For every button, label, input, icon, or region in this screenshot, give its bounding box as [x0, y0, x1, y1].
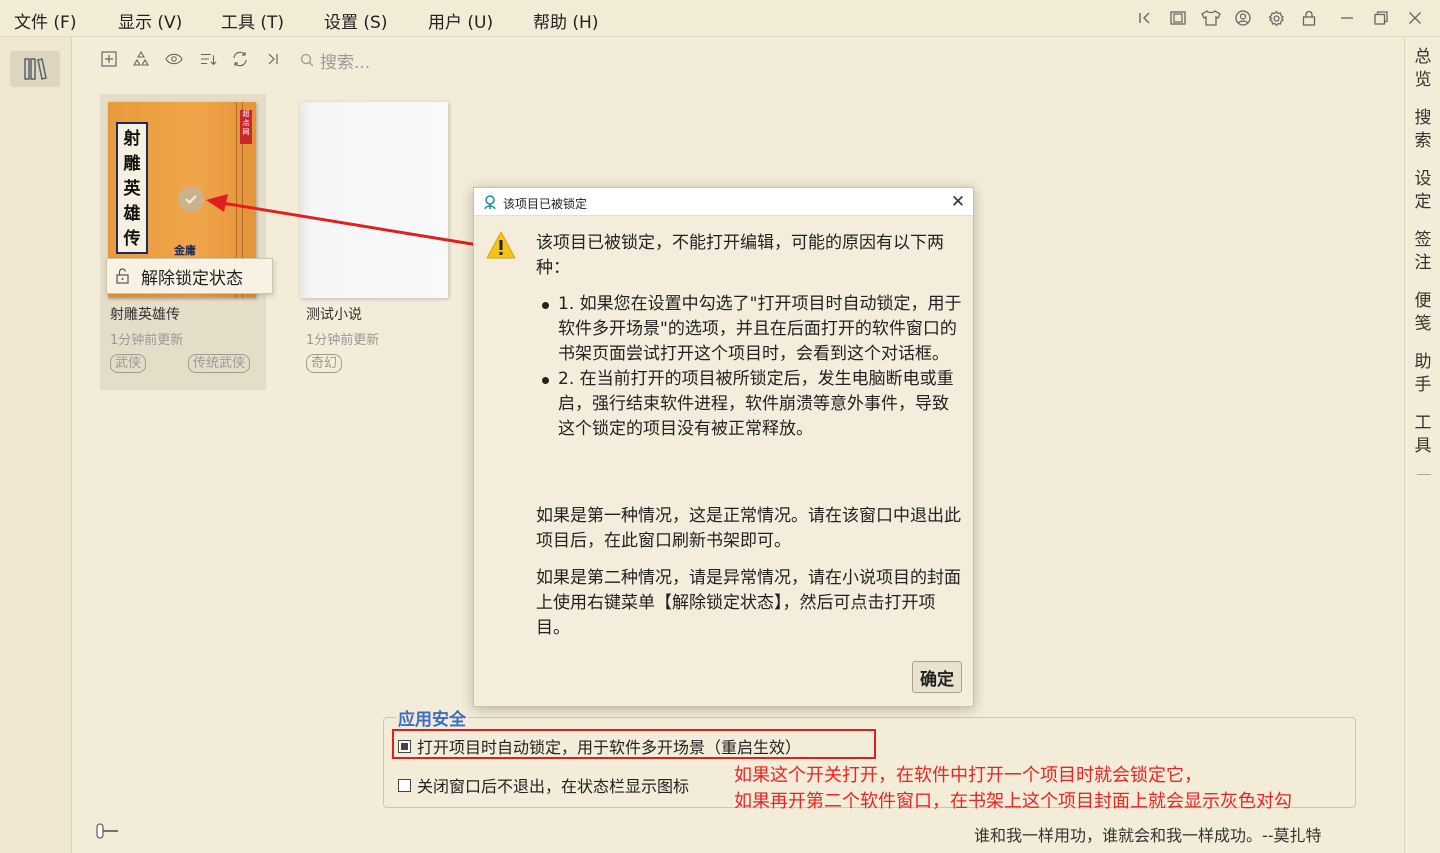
sidebar-divider [1417, 474, 1431, 475]
menu-view[interactable]: 显示 (V) [118, 8, 182, 33]
search-icon [300, 53, 314, 67]
collapse-left-icon[interactable] [1134, 7, 1156, 29]
dialog-para-1: 如果是第一种情况，这是正常情况。请在该窗口中退出此项目后，在此窗口刷新书架即可。 [536, 506, 961, 551]
reason-text: 2. 在当前打开的项目被所锁定后，发生电脑断电或重启，强行结束软件进程，软件崩溃… [558, 369, 954, 439]
cover-author: 金庸 [174, 244, 196, 257]
lock-icon[interactable] [1298, 7, 1320, 29]
nav-notes-label: 签 注 [1414, 230, 1432, 273]
nav-tools[interactable]: 工 具 [1405, 412, 1440, 458]
bookshelf-icon [24, 58, 47, 80]
locked-dialog: 该项目已被锁定 ✕ 该项目已被锁定，不能打开编辑，可能的原因有以下两种： 1. … [473, 187, 974, 707]
book-tag[interactable]: 奇幻 [306, 354, 343, 373]
add-icon[interactable] [100, 50, 118, 68]
highlight-box [392, 729, 876, 759]
book-card-2[interactable]: 测试小说 1分钟前更新 奇幻 [296, 94, 462, 390]
tray-checkbox[interactable] [398, 778, 411, 792]
nav-assistant-label: 助 手 [1414, 352, 1432, 395]
cover-char: 雕 [123, 154, 141, 174]
collapse-icon[interactable] [264, 50, 282, 68]
warning-icon [486, 230, 516, 259]
nav-settings-label: 设 定 [1414, 169, 1432, 212]
book-title: 测试小说 [306, 307, 362, 323]
ok-button[interactable]: 确定 [912, 661, 962, 693]
app-icon [484, 195, 496, 210]
menu-settings[interactable]: 设置 (S) [324, 8, 387, 33]
nav-settings[interactable]: 设 定 [1405, 168, 1440, 214]
sort-icon[interactable] [200, 50, 218, 68]
layout-icon[interactable] [1167, 7, 1189, 29]
left-sidebar [0, 37, 72, 853]
nav-search[interactable]: 搜 索 [1405, 107, 1440, 153]
eye-icon[interactable] [165, 50, 183, 68]
book-update-time: 1分钟前更新 [110, 333, 184, 348]
book-tag[interactable]: 武侠 [110, 354, 147, 373]
right-sidebar: 总 览 搜 索 设 定 签 注 便 笺 助 手 工 具 [1404, 37, 1440, 853]
tray-label: 关闭窗口后不退出，在状态栏显示图标 [417, 777, 690, 796]
menu-user[interactable]: 用户 (U) [428, 8, 493, 33]
reason-list: 1. 如果您在设置中勾选了"打开项目时自动锁定，用于软件多开场景"的选项，并且在… [542, 292, 964, 442]
tray-option[interactable]: 关闭窗口后不退出，在状态栏显示图标 [398, 773, 689, 797]
search-input[interactable]: 搜索... [300, 49, 420, 73]
toggle-icon[interactable] [96, 822, 120, 840]
book-tag[interactable]: 传统武侠 [188, 354, 251, 373]
reason-item: 2. 在当前打开的项目被所锁定后，发生电脑断电或重启，强行结束软件进程，软件崩溃… [542, 367, 964, 442]
bullet [542, 302, 549, 309]
dialog-intro: 该项目已被锁定，不能打开编辑，可能的原因有以下两种： [536, 233, 944, 278]
menu-bar: 文件 (F) 显示 (V) 工具 (T) 设置 (S) 用户 (U) 帮助 (H… [0, 0, 1440, 37]
bullet [542, 377, 549, 384]
unlock-icon [116, 268, 129, 284]
menu-file[interactable]: 文件 (F) [14, 8, 76, 33]
book-card-1[interactable]: 射 雕 英 雄 传 超点网 金庸 射雕英雄传 1分钟前更新 武侠 传统武侠 [100, 94, 266, 390]
nav-memo[interactable]: 便 笺 [1405, 290, 1440, 336]
settings-icon[interactable] [1265, 7, 1287, 29]
nav-memo-label: 便 笺 [1414, 291, 1432, 334]
cover-char: 传 [123, 229, 141, 249]
menu-tools[interactable]: 工具 (T) [221, 8, 284, 33]
dialog-close-icon[interactable]: ✕ [949, 193, 967, 211]
user-icon[interactable] [1232, 7, 1254, 29]
refresh-icon[interactable] [231, 50, 249, 68]
status-quote: 谁和我一样用功，谁就会和我一样成功。--莫扎特 [974, 826, 1322, 845]
dialog-para-2: 如果是第二种情况，请是异常情况，请在小说项目的封面上使用右键菜单【解除锁定状态】… [536, 568, 961, 638]
nav-overview-label: 总 览 [1414, 47, 1432, 90]
lock-check-icon [178, 186, 204, 212]
context-menu-unlock[interactable]: 解除锁定状态 [106, 258, 273, 294]
dialog-title: 该项目已被锁定 [503, 197, 588, 211]
book-title: 射雕英雄传 [110, 307, 180, 323]
context-menu-label: 解除锁定状态 [141, 268, 243, 289]
annotation-line-1: 如果这个开关打开，在软件中打开一个项目时就会锁定它， [734, 765, 1202, 786]
nav-overview[interactable]: 总 览 [1405, 46, 1440, 92]
group-title: 应用安全 [396, 705, 468, 730]
reason-item: 1. 如果您在设置中勾选了"打开项目时自动锁定，用于软件多开场景"的选项，并且在… [542, 292, 964, 367]
dialog-titlebar: 该项目已被锁定 ✕ [474, 188, 973, 216]
menu-help[interactable]: 帮助 (H) [533, 8, 598, 33]
search-placeholder: 搜索... [320, 52, 371, 73]
cover-tag: 超点网 [240, 110, 252, 144]
nav-search-label: 搜 索 [1414, 108, 1432, 151]
minimize-icon[interactable] [1336, 7, 1358, 29]
nav-tools-label: 工 具 [1414, 413, 1432, 456]
close-icon[interactable] [1404, 7, 1426, 29]
nav-notes[interactable]: 签 注 [1405, 229, 1440, 275]
cover-char: 雄 [123, 204, 141, 224]
book-cover[interactable] [300, 102, 448, 298]
recycle-icon[interactable] [132, 50, 150, 68]
cover-char: 英 [123, 179, 141, 199]
cover-char: 射 [123, 129, 141, 149]
book-update-time: 1分钟前更新 [306, 333, 380, 348]
annotation-line-2: 如果再开第二个软件窗口，在书架上这个项目封面上就会显示灰色对勾 [734, 791, 1292, 812]
reason-text: 1. 如果您在设置中勾选了"打开项目时自动锁定，用于软件多开场景"的选项，并且在… [558, 294, 962, 364]
nav-assistant[interactable]: 助 手 [1405, 351, 1440, 397]
restore-icon[interactable] [1370, 7, 1392, 29]
cover-title: 射 雕 英 雄 传 [116, 122, 148, 254]
shirt-icon[interactable] [1200, 7, 1222, 29]
library-button[interactable] [10, 51, 60, 87]
